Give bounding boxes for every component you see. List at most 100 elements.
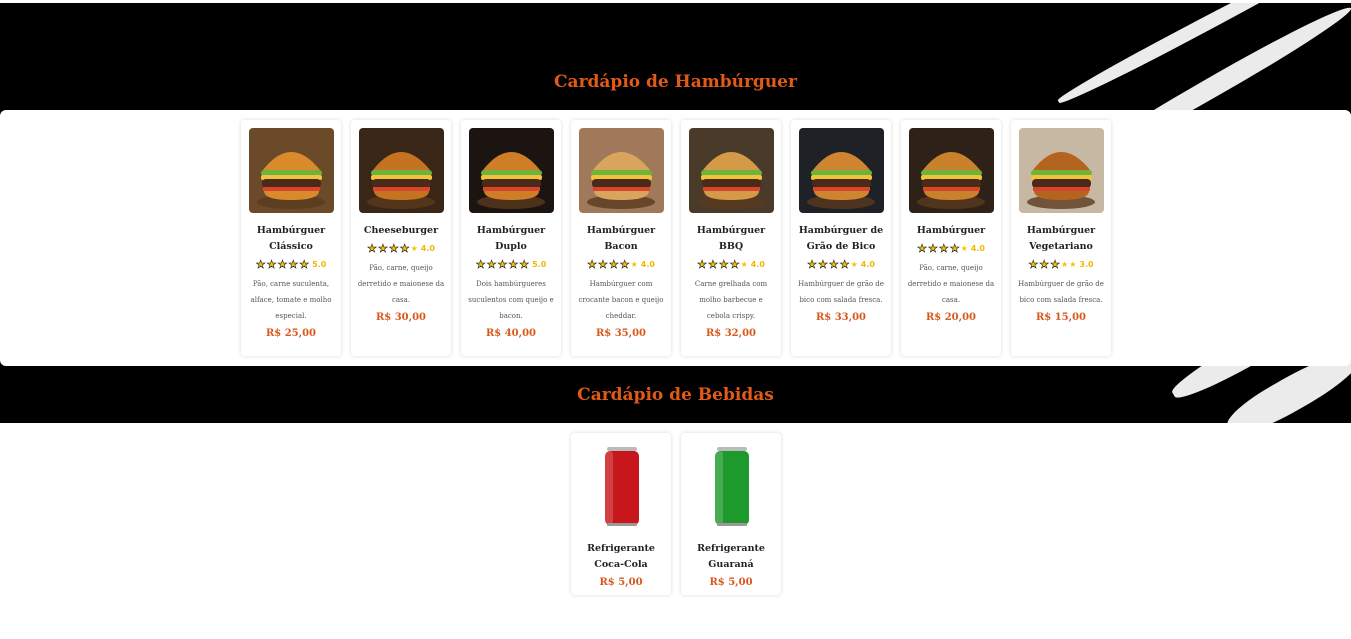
star-icon: ★ <box>587 258 597 271</box>
drink-grid: Refrigerante Coca-Cola R$ 5,00 Refrigeran… <box>571 433 781 595</box>
burger-menu-title: Cardápio de Hambúrguer <box>554 72 797 92</box>
item-price: R$ 30,00 <box>375 312 427 323</box>
star-icon: ★ <box>1050 258 1061 271</box>
menu-card-drink[interactable]: Refrigerante Guaraná R$ 5,00 <box>681 433 781 595</box>
rating-score: 4.0 <box>970 244 985 253</box>
star-icon: ★ <box>729 258 740 271</box>
item-description: Hambúrguer com crocante bacon e queijo c… <box>578 280 664 320</box>
item-name: Refrigerante Coca-Cola <box>587 543 655 570</box>
menu-card-burger[interactable]: Hambúrguer ★ ★ ★ ★ ★ 4.0 Pão, carne, queijo der… <box>901 120 1001 356</box>
star-icon: ★ <box>927 242 938 255</box>
star-icon: ★ <box>277 258 288 271</box>
star-icon: ★ <box>917 242 927 255</box>
guarana-can <box>688 441 774 531</box>
star-icon: ★ <box>367 242 377 255</box>
rating-score: 4.0 <box>860 260 875 269</box>
star-icon: ★ <box>630 260 638 269</box>
item-description: Carne grelhada com molho barbecue e cebo… <box>694 280 768 320</box>
star-rating: ★ ★ ★ ★ ★ 4.0 <box>697 258 765 271</box>
item-price: R$ 40,00 <box>485 328 537 339</box>
rating-score: 4.0 <box>750 260 765 269</box>
star-icon: ★ <box>938 242 949 255</box>
bbq-burger-photo <box>688 128 774 213</box>
burger-grid: Hambúrguer Clássico ★ ★ ★ ★ ★ 5.0 Pão, carne su… <box>241 120 1111 356</box>
star-icon: ★ <box>949 242 960 255</box>
star-icon: ★ <box>1069 260 1077 269</box>
item-name: Hambúrguer Bacon <box>586 225 656 252</box>
star-icon: ★ <box>828 258 839 271</box>
burger-photo <box>908 128 994 213</box>
star-icon: ★ <box>410 244 418 253</box>
star-icon: ★ <box>817 258 828 271</box>
veggie-burger-photo <box>1018 128 1104 213</box>
menu-card-drink[interactable]: Refrigerante Coca-Cola R$ 5,00 <box>571 433 671 595</box>
item-name: Hambúrguer BBQ <box>696 225 766 252</box>
top-border <box>0 0 1351 3</box>
item-price: R$ 33,00 <box>815 312 867 323</box>
star-rating: ★ ★ ★ ★ ★ 4.0 <box>807 258 875 271</box>
star-icon: ★ <box>255 258 266 271</box>
item-price: R$ 5,00 <box>709 577 753 588</box>
star-icon: ★ <box>486 258 497 271</box>
rating-score: 4.0 <box>420 244 435 253</box>
star-icon: ★ <box>1039 258 1050 271</box>
chickpea-burger-photo <box>798 128 884 213</box>
star-icon: ★ <box>377 242 388 255</box>
item-price: R$ 25,00 <box>265 328 317 339</box>
star-icon: ★ <box>619 258 630 271</box>
star-icon: ★ <box>266 258 277 271</box>
menu-card-burger[interactable]: Cheeseburger ★ ★ ★ ★ ★ 4.0 Pão, carne, queijo d… <box>351 120 451 356</box>
star-icon: ★ <box>1061 260 1069 269</box>
star-rating: ★ ★ ★ ★ ★ 4.0 <box>367 242 435 255</box>
drink-menu-title: Cardápio de Bebidas <box>577 385 774 405</box>
star-icon: ★ <box>807 258 817 271</box>
bacon-burger-photo <box>578 128 664 213</box>
star-icon: ★ <box>839 258 850 271</box>
star-icon: ★ <box>850 260 858 269</box>
star-icon: ★ <box>299 258 310 271</box>
star-icon: ★ <box>1028 258 1039 271</box>
menu-card-burger[interactable]: Hambúrguer Bacon ★ ★ ★ ★ ★ 4.0 Hambúrguer com c… <box>571 120 671 356</box>
star-rating: ★ ★ ★ ★ ★ 3.0 <box>1028 258 1094 271</box>
item-description: Hambúrguer de grão de bico com salada fr… <box>1018 280 1104 304</box>
item-description: Pão, carne, queijo derretido e maionese … <box>907 264 995 304</box>
coca-cola-can <box>578 441 664 531</box>
menu-card-burger[interactable]: Hambúrguer Clássico ★ ★ ★ ★ ★ 5.0 Pão, carne su… <box>241 120 341 356</box>
star-icon: ★ <box>740 260 748 269</box>
star-rating: ★ ★ ★ ★ ★ 4.0 <box>587 258 655 271</box>
rating-score: 4.0 <box>640 260 655 269</box>
item-description: Pão, carne suculenta, alface, tomate e m… <box>250 280 332 320</box>
burger-menu-panel: Hambúrguer Clássico ★ ★ ★ ★ ★ 5.0 Pão, carne su… <box>0 110 1351 366</box>
star-icon: ★ <box>388 242 399 255</box>
star-icon: ★ <box>608 258 619 271</box>
star-icon: ★ <box>718 258 729 271</box>
star-icon: ★ <box>288 258 299 271</box>
star-icon: ★ <box>707 258 718 271</box>
item-name: Hambúrguer Vegetariano <box>1026 225 1096 252</box>
item-name: Hambúrguer de Grão de Bico <box>798 225 884 252</box>
star-icon: ★ <box>399 242 410 255</box>
item-name: Cheeseburger <box>363 225 439 236</box>
item-name: Hambúrguer <box>916 225 986 236</box>
star-icon: ★ <box>519 258 530 271</box>
menu-card-burger[interactable]: Hambúrguer de Grão de Bico ★ ★ ★ ★ ★ 4.0 Hambúr… <box>791 120 891 356</box>
item-name: Refrigerante Guaraná <box>697 543 765 570</box>
star-rating: ★ ★ ★ ★ ★ 5.0 <box>475 258 546 271</box>
item-price: R$ 5,00 <box>599 577 643 588</box>
rating-score: 3.0 <box>1079 260 1094 269</box>
star-rating: ★ ★ ★ ★ ★ 4.0 <box>917 242 985 255</box>
star-icon: ★ <box>508 258 519 271</box>
menu-card-burger[interactable]: Hambúrguer BBQ ★ ★ ★ ★ ★ 4.0 Carne grelhada com… <box>681 120 781 356</box>
star-icon: ★ <box>960 244 968 253</box>
menu-card-burger[interactable]: Hambúrguer Duplo ★ ★ ★ ★ ★ 5.0 Dois hambúrguere… <box>461 120 561 356</box>
item-price: R$ 15,00 <box>1035 312 1087 323</box>
item-description: Pão, carne, queijo derretido e maionese … <box>357 264 445 304</box>
menu-card-burger[interactable]: Hambúrguer Vegetariano ★ ★ ★ ★ ★ 3.0 Hambúrguer… <box>1011 120 1111 356</box>
item-price: R$ 20,00 <box>925 312 977 323</box>
item-price: R$ 32,00 <box>705 328 757 339</box>
drink-menu-panel: Refrigerante Coca-Cola R$ 5,00 Refrigeran… <box>0 423 1351 637</box>
cheeseburger-photo <box>358 128 444 213</box>
star-icon: ★ <box>597 258 608 271</box>
item-description: Dois hambúrgueres suculentos com queijo … <box>468 280 554 320</box>
item-name: Hambúrguer Duplo <box>476 225 546 252</box>
